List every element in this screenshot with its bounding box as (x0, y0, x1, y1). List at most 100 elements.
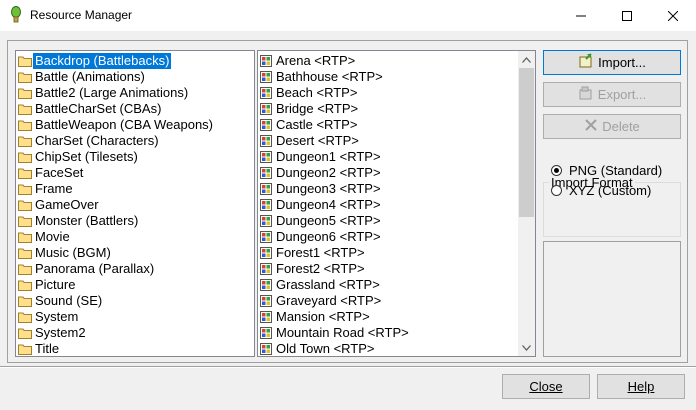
image-file-icon (260, 103, 272, 115)
minimize-button[interactable] (558, 0, 604, 31)
file-label: Arena <RTP> (276, 53, 356, 68)
folder-list-item[interactable]: Backdrop (Battlebacks) (18, 53, 172, 69)
folder-list-item[interactable]: Battle2 (Large Animations) (18, 85, 190, 101)
file-label: Dungeon2 <RTP> (276, 165, 381, 180)
file-list-item[interactable]: Dungeon6 <RTP> (260, 229, 383, 245)
file-list-item[interactable]: Dungeon2 <RTP> (260, 165, 383, 181)
help-label: Help (627, 379, 655, 394)
image-file-icon (260, 71, 272, 83)
file-list-item[interactable]: Desert <RTP> (260, 133, 361, 149)
file-label: Old Town <RTP> (276, 341, 375, 356)
folder-list-item[interactable]: Sound (SE) (18, 293, 104, 309)
folder-icon (18, 200, 32, 211)
folder-list-item[interactable]: Monster (Battlers) (18, 213, 140, 229)
delete-label: Delete (602, 119, 640, 134)
export-button[interactable]: Export... (543, 82, 681, 107)
image-file-icon (260, 311, 272, 323)
file-list-item[interactable]: Graveyard <RTP> (260, 293, 383, 309)
folder-icon (18, 168, 32, 179)
file-list-item[interactable]: Forest2 <RTP> (260, 261, 367, 277)
scroll-up-button[interactable] (518, 51, 535, 68)
folder-list-item[interactable]: Battle (Animations) (18, 69, 147, 85)
folder-list-item[interactable]: System2 (18, 325, 88, 341)
footer-divider-highlight (0, 367, 696, 368)
file-list-scrollbar[interactable] (518, 51, 535, 356)
folder-label: Backdrop (Battlebacks) (33, 53, 172, 69)
maximize-button[interactable] (604, 0, 650, 31)
file-list-item[interactable]: Castle <RTP> (260, 117, 359, 133)
import-button[interactable]: Import... (543, 50, 681, 75)
file-list[interactable]: Old Town <RTP> Mountain Road <RTP> Mansion… (257, 50, 536, 357)
delete-button[interactable]: Delete (543, 114, 681, 139)
folder-list-item[interactable]: Title (18, 341, 61, 356)
folder-list[interactable]: Backdrop (Battlebacks) Battle (Animations… (15, 50, 255, 357)
folder-list-item[interactable]: BattleCharSet (CBAs) (18, 101, 163, 117)
folder-label: ChipSet (Tilesets) (35, 149, 138, 164)
folder-icon (18, 72, 32, 83)
close-window-button[interactable] (650, 0, 696, 31)
folder-list-item[interactable]: BattleWeapon (CBA Weapons) (18, 117, 215, 133)
folder-list-item[interactable]: Panorama (Parallax) (18, 261, 156, 277)
chevron-up-icon (522, 56, 531, 63)
file-list-item[interactable]: Dungeon5 <RTP> (260, 213, 383, 229)
file-label: Forest2 <RTP> (276, 261, 365, 276)
folder-label: GameOver (35, 197, 99, 212)
radio-button-unchecked[interactable] (551, 184, 562, 196)
file-label: Dungeon5 <RTP> (276, 213, 381, 228)
chevron-down-icon (522, 344, 531, 351)
scroll-down-button[interactable] (518, 339, 535, 356)
close-button[interactable]: Close (502, 374, 590, 399)
radio-png-standard[interactable]: PNG (Standard) (551, 162, 662, 178)
file-list-item[interactable]: Mansion <RTP> (260, 309, 372, 325)
file-list-item[interactable]: Dungeon4 <RTP> (260, 197, 383, 213)
folder-list-item[interactable]: FaceSet (18, 165, 85, 181)
folder-icon (18, 248, 32, 259)
folder-icon (18, 280, 32, 291)
export-label: Export... (597, 87, 647, 102)
folder-list-item[interactable]: CharSet (Characters) (18, 133, 161, 149)
file-list-item[interactable]: Bathhouse <RTP> (260, 69, 385, 85)
file-list-item[interactable]: Dungeon1 <RTP> (260, 149, 383, 165)
file-label: Dungeon6 <RTP> (276, 229, 381, 244)
folder-label: Battle2 (Large Animations) (35, 85, 189, 100)
scroll-thumb[interactable] (519, 68, 534, 217)
folder-icon (18, 88, 32, 99)
file-list-item[interactable]: Beach <RTP> (260, 85, 359, 101)
dialog-client-area: Backdrop (Battlebacks) Battle (Animations… (0, 31, 696, 410)
folder-icon (18, 344, 32, 355)
folder-label: FaceSet (35, 165, 84, 180)
folder-list-item[interactable]: Picture (18, 277, 77, 293)
folder-list-item[interactable]: Music (BGM) (18, 245, 113, 261)
image-file-icon (260, 87, 272, 99)
file-list-item[interactable]: Mountain Road <RTP> (260, 325, 411, 341)
radio-button-checked[interactable] (551, 164, 562, 176)
file-label: Dungeon3 <RTP> (276, 181, 381, 196)
file-label: Dungeon4 <RTP> (276, 197, 381, 212)
export-icon (578, 85, 594, 104)
folder-list-item[interactable]: Frame (18, 181, 75, 197)
folder-icon (18, 152, 32, 163)
folder-icon (18, 136, 32, 147)
image-file-icon (260, 247, 272, 259)
image-file-icon (260, 263, 272, 275)
file-label: Mountain Road <RTP> (276, 325, 409, 340)
radio-label: PNG (Standard) (569, 162, 663, 178)
folder-label: Music (BGM) (35, 245, 111, 260)
folder-list-item[interactable]: System (18, 309, 80, 325)
file-list-item[interactable]: Arena <RTP> (260, 53, 357, 69)
image-file-icon (260, 327, 272, 339)
file-list-item[interactable]: Dungeon3 <RTP> (260, 181, 383, 197)
radio-xyz-custom[interactable]: XYZ (Custom) (551, 182, 651, 198)
folder-list-item[interactable]: ChipSet (Tilesets) (18, 149, 140, 165)
close-icon (668, 10, 678, 21)
file-list-item[interactable]: Bridge <RTP> (260, 101, 360, 117)
folder-list-item[interactable]: GameOver (18, 197, 101, 213)
folder-icon (18, 264, 32, 275)
folder-label: Battle (Animations) (35, 69, 145, 84)
file-list-item[interactable]: Forest1 <RTP> (260, 245, 367, 261)
help-button[interactable]: Help (597, 374, 685, 399)
folder-list-item[interactable]: Movie (18, 229, 72, 245)
file-list-item[interactable]: Old Town <RTP> (260, 341, 377, 356)
folder-icon (18, 120, 32, 131)
file-list-item[interactable]: Grassland <RTP> (260, 277, 382, 293)
